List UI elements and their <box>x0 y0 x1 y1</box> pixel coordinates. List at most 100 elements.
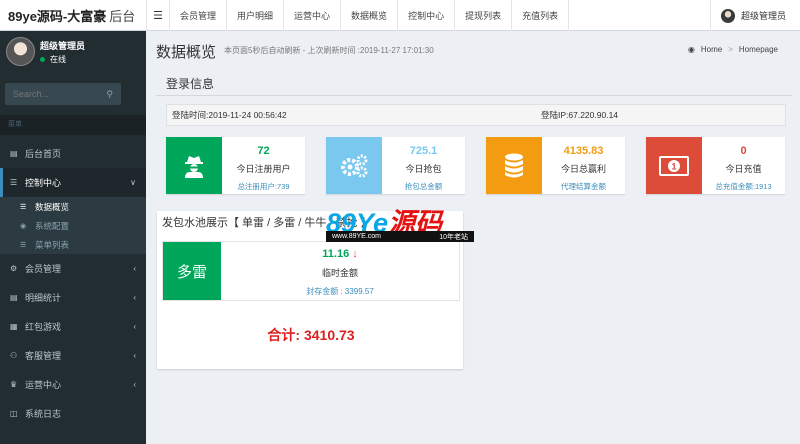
nav-user-details[interactable]: 用户明细 <box>227 0 285 31</box>
search-input[interactable] <box>13 89 103 99</box>
page-title: 数据概览 <box>156 44 217 61</box>
toggle-icon: ◉ <box>20 222 27 230</box>
money-icon: 1 <box>646 137 702 194</box>
list-icon: ☰ <box>20 241 27 249</box>
submenu-item-label: 系统配置 <box>35 220 70 231</box>
menu-header: 菜单 <box>0 115 146 135</box>
main-content: 数据概览 本页面5秒后自动刷新 - 上次刷新时间 :2019-11-27 17:… <box>146 31 800 444</box>
sidebar-item-home[interactable]: ▤ 后台首页 <box>0 139 146 168</box>
login-info-title: 登录信息 <box>166 77 215 91</box>
nav-control-center[interactable]: 控制中心 <box>398 0 456 31</box>
sidebar-item-detail-stats[interactable]: ▤ 明细统计 ‹ <box>0 283 146 312</box>
watermark-logo: 89Ye源码 www.89YE.com 10年老站 <box>326 201 476 247</box>
stat-box-registrations: 72 今日注册用户 总注册用户:739 <box>166 137 305 194</box>
watermark-url: www.89YE.com <box>332 233 382 240</box>
watermark-strip: www.89YE.com 10年老站 <box>326 231 474 242</box>
pool-type-label: 多雷 <box>163 242 221 300</box>
sidebar-item-operations-center[interactable]: ♛ 运营中心 ‹ <box>0 370 146 399</box>
nav-data-overview[interactable]: 数据概览 <box>341 0 399 31</box>
users-icon: ⚇ <box>10 351 18 360</box>
sidebar-item-label: 后台首页 <box>25 149 62 159</box>
sidebar-item-system-log[interactable]: ◫ 系统日志 <box>0 399 146 428</box>
stat-box-recharge: 1 0 今日充值 总充值金额:1913 <box>646 137 785 194</box>
login-time: 登陆时间:2019-11-24 00:56:42 <box>172 110 287 120</box>
sidebar-username: 超级管理员 <box>40 41 86 51</box>
sidebar-item-label: 明细统计 <box>25 293 62 303</box>
sidebar-item-label: 会员管理 <box>25 264 62 274</box>
avatar <box>6 37 35 66</box>
stat-value: 72 <box>257 145 270 157</box>
stat-box-profit: 4135.83 今日总赢利 代理结算金额 <box>486 137 625 194</box>
sidebar-item-control-center[interactable]: ☰ 控制中心 ∨ <box>0 168 146 197</box>
sidebar-item-label: 客服管理 <box>25 351 62 361</box>
stat-label: 今日总赢利 <box>560 164 606 174</box>
stat-footer-link[interactable]: 代理结算金额 <box>542 181 625 192</box>
stat-value: 725.1 <box>409 145 438 157</box>
stat-footer-link[interactable]: 抢包总金额 <box>382 181 465 192</box>
chevron-left-icon: ‹ <box>133 264 136 273</box>
search-icon[interactable]: ⚲ <box>106 89 113 100</box>
breadcrumb-home[interactable]: Home <box>701 45 722 54</box>
sidebar-menu: ▤ 后台首页 ☰ 控制中心 ∨ ☰ 数据概览 ◉ 系统配置 ☰ 菜单列表 ⚙ 会… <box>0 139 146 428</box>
login-ip: 登陆IP:67.220.90.14 <box>541 110 619 120</box>
list-icon: ☰ <box>20 203 27 211</box>
chevron-left-icon: ‹ <box>133 293 136 302</box>
svg-text:1: 1 <box>671 161 676 171</box>
bar-chart-icon: ▤ <box>10 149 18 158</box>
submenu-item-menu-list[interactable]: ☰ 菜单列表 <box>0 235 146 254</box>
page-description: 本页面5秒后自动刷新 - 上次刷新时间 :2019-11-27 17:01:30 <box>224 46 434 55</box>
submenu-item-label: 菜单列表 <box>35 239 70 250</box>
pool-footer: 封存金额 : 3399.57 <box>306 287 374 296</box>
nav-withdrawal-list[interactable]: 提现列表 <box>455 0 513 31</box>
sidebar-item-red-packet-game[interactable]: ▦ 红包游戏 ‹ <box>0 312 146 341</box>
sidebar-item-label: 系统日志 <box>25 409 62 419</box>
online-status: 在线 <box>40 54 66 65</box>
stat-label: 今日抢包 <box>405 164 442 174</box>
pool-total: 合计: 3410.73 <box>267 327 355 343</box>
nav-operations-center[interactable]: 运营中心 <box>284 0 342 31</box>
online-status-text: 在线 <box>50 55 66 64</box>
submenu-item-data-overview[interactable]: ☰ 数据概览 <box>0 197 146 216</box>
brand-suffix: 后台 <box>109 8 136 24</box>
breadcrumb-current: Homepage <box>738 45 778 54</box>
sidebar-item-member-management[interactable]: ⚙ 会员管理 ‹ <box>0 254 146 283</box>
user-menu[interactable]: 超级管理员 <box>709 0 800 31</box>
login-info-bar: 登陆时间:2019-11-24 00:56:42 登陆IP:67.220.90.… <box>166 104 786 126</box>
brand-name: 89ye源码-大富豪 <box>8 8 107 24</box>
brand-logo[interactable]: 89ye源码-大富豪 后台 <box>0 0 146 31</box>
pool-label: 临时金额 <box>321 268 358 278</box>
stat-value: 4135.83 <box>563 145 604 157</box>
arrow-down-icon: ↓ <box>352 248 358 260</box>
sidebar: 超级管理员 在线 ⚲ 菜单 ▤ 后台首页 ☰ 控制中心 ∨ ☰ 数据概览 ◉ 系… <box>0 31 146 444</box>
user-panel: 超级管理员 在线 <box>0 31 146 79</box>
bar-chart-icon: ▤ <box>10 293 18 302</box>
nav-recharge-list[interactable]: 充值列表 <box>512 0 570 31</box>
stat-label: 今日注册用户 <box>236 164 291 174</box>
hamburger-icon[interactable]: ☰ <box>146 0 170 31</box>
stat-footer-link[interactable]: 总充值金额:1913 <box>702 181 785 192</box>
nav-member-management[interactable]: 会员管理 <box>170 0 228 31</box>
breadcrumb: ◉ Home > Homepage <box>688 45 778 54</box>
pool-card: 多雷 11.16 ↓ 临时金额 封存金额 : 3399.57 <box>162 241 460 301</box>
stat-box-grabs: 725.1 今日抢包 抢包总金额 <box>326 137 465 194</box>
sidebar-item-label: 红包游戏 <box>25 322 62 332</box>
chevron-left-icon: ‹ <box>133 322 136 331</box>
watermark-tag: 10年老站 <box>439 233 468 241</box>
dashboard-icon: ◉ <box>687 45 695 54</box>
stat-footer-link[interactable]: 总注册用户:739 <box>222 181 305 192</box>
submenu-item-system-config[interactable]: ◉ 系统配置 <box>0 216 146 235</box>
database-icon: ◫ <box>10 409 18 418</box>
breadcrumb-separator-icon: > <box>728 45 733 54</box>
table-icon: ▦ <box>10 322 18 331</box>
top-bar: 89ye源码-大富豪 后台 ☰ 会员管理 用户明细 运营中心 数据概览 控制中心… <box>0 0 800 31</box>
sidebar-item-label: 运营中心 <box>25 380 62 390</box>
gear-icon: ⚙ <box>10 264 18 273</box>
user-avatar-small <box>720 8 735 23</box>
chevron-down-icon: ∨ <box>130 178 136 187</box>
pool-value: 11.16 <box>322 248 350 260</box>
stat-value: 0 <box>740 145 747 157</box>
spy-icon <box>166 137 222 194</box>
pool-value-row: 11.16 ↓ <box>221 248 459 260</box>
online-dot-icon <box>40 57 45 62</box>
sidebar-item-support-management[interactable]: ⚇ 客服管理 ‹ <box>0 341 146 370</box>
